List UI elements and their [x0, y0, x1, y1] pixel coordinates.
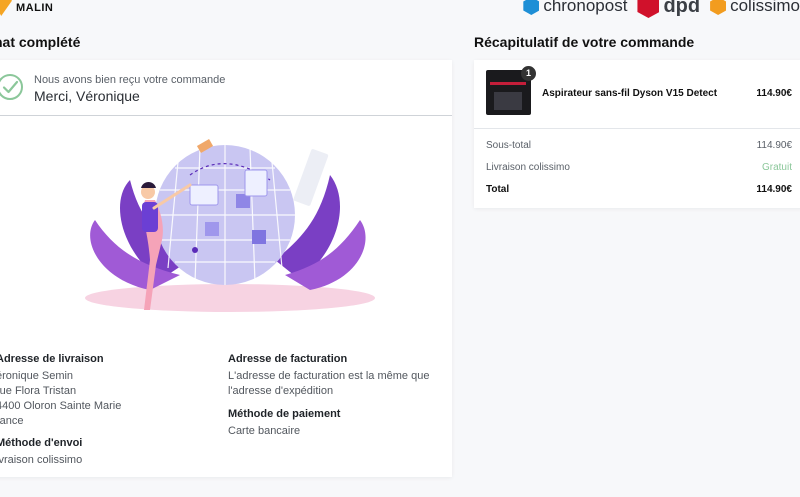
site-logo[interactable]: MALIN [0, 0, 53, 16]
shipping-method-block: Méthode d'envoi ivraison colissimo [0, 436, 196, 468]
shipping-row: Livraison colissimo Gratuit [486, 162, 792, 173]
subtotal-row: Sous-total 114.90€ [486, 140, 792, 151]
billing-address-block: Adresse de facturation L'adresse de fact… [228, 352, 438, 399]
shipping-method-value: ivraison colissimo [0, 454, 83, 466]
subtotal-label: Sous-total [486, 140, 532, 151]
carrier-label: chronopost [543, 0, 628, 15]
carrier-dpd: dpd [637, 0, 700, 18]
product-name: Aspirateur sans-fil Dyson V15 Detect [542, 88, 718, 99]
shipping-country: rance [0, 415, 24, 427]
product-line: 1 Aspirateur sans-fil Dyson V15 Detect 1… [474, 60, 800, 129]
shipping-label: Livraison colissimo [486, 162, 570, 173]
carrier-colissimo: colissimo [710, 0, 800, 16]
total-row: Total 114.90€ [486, 184, 792, 195]
payment-method-block: Méthode de paiement Carte bancaire [228, 407, 438, 439]
logo-mark-icon [0, 0, 12, 16]
shipping-name: éronique Semin [0, 370, 74, 382]
disco-ball-illustration [85, 139, 375, 312]
chronopost-icon [523, 0, 540, 15]
payment-method-title: Méthode de paiement [228, 408, 341, 420]
carrier-label: dpd [663, 0, 701, 17]
shipping-address-block: Adresse de livraison éronique Semin rue … [0, 352, 196, 429]
total-value: 114.90€ [756, 184, 792, 195]
page-title: hat complété [0, 34, 81, 50]
dpd-icon [637, 0, 660, 18]
total-label: Total [486, 184, 510, 195]
carrier-logos: chronopost dpd colissimo [523, 0, 800, 18]
shipping-line2: 4400 Oloron Sainte Marie [0, 400, 122, 412]
confirmation-banner: Nous avons bien reçu votre commande Merc… [0, 60, 452, 116]
subtotal-value: 114.90€ [756, 140, 792, 151]
payment-method-value: Carte bancaire [228, 425, 301, 437]
billing-address-title: Adresse de facturation [228, 353, 348, 365]
carrier-chronopost: chronopost [523, 0, 627, 16]
order-confirmation-card: Nous avons bien reçu votre commande Merc… [0, 60, 452, 477]
confirmation-subtitle: Nous avons bien reçu votre commande [34, 74, 226, 86]
order-summary-card: 1 Aspirateur sans-fil Dyson V15 Detect 1… [474, 60, 800, 208]
shipping-line1: rue Flora Tristan [0, 385, 77, 397]
carrier-label: colissimo [730, 0, 800, 15]
summary-title: Récapitulatif de votre commande [474, 34, 695, 50]
product-price: 114.90€ [756, 88, 792, 99]
billing-address-value: L'adresse de facturation est la même que… [228, 370, 430, 397]
shipping-address-title: Adresse de livraison [0, 353, 104, 365]
logo-text: MALIN [16, 2, 54, 14]
check-circle-icon [0, 74, 23, 100]
shipping-value: Gratuit [761, 162, 792, 173]
confirmation-thanks: Merci, Véronique [34, 88, 140, 104]
quantity-badge: 1 [521, 66, 536, 81]
shipping-method-title: Méthode d'envoi [0, 437, 83, 449]
colissimo-icon [710, 0, 727, 15]
